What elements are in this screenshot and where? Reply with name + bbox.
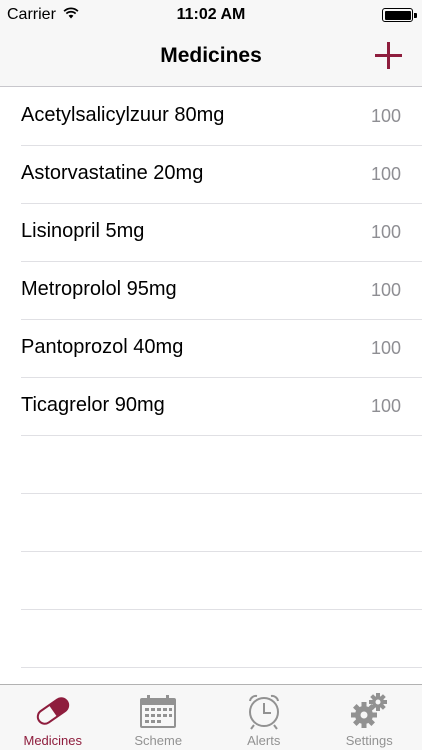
medicine-row[interactable]: Metroprolol 95mg 100: [21, 262, 422, 320]
status-bar: Carrier 11:02 AM: [0, 0, 422, 30]
alarm-clock-icon: [244, 692, 284, 730]
battery-icon: [382, 8, 417, 22]
page-title: Medicines: [160, 44, 262, 67]
medicine-count: 100: [370, 106, 401, 126]
medicine-count: 100: [370, 164, 401, 184]
empty-row: [21, 610, 422, 668]
tab-bar: Medicines Scheme Alerts Settings: [0, 684, 422, 750]
navigation-bar: Medicines: [0, 30, 422, 87]
medicine-count: 100: [370, 280, 401, 300]
medicine-count: 100: [370, 338, 401, 358]
tab-label: Settings: [345, 733, 393, 748]
status-time: 11:02 AM: [176, 6, 246, 23]
medicine-list: Acetylsalicylzuur 80mg 100 Astorvastatin…: [0, 88, 422, 668]
medicine-count: 100: [370, 396, 401, 416]
empty-row: [21, 552, 422, 610]
calendar-icon: [138, 692, 178, 730]
tab-label: Medicines: [23, 733, 83, 748]
medicine-name: Ticagrelor 90mg: [21, 394, 165, 416]
tab-scheme[interactable]: Scheme: [106, 685, 212, 750]
medicine-row[interactable]: Ticagrelor 90mg 100: [21, 378, 422, 436]
medicine-row[interactable]: Astorvastatine 20mg 100: [21, 146, 422, 204]
medicine-name: Lisinopril 5mg: [21, 220, 145, 242]
gear-icon: [349, 692, 389, 730]
pill-icon: [33, 692, 73, 730]
medicine-row[interactable]: Acetylsalicylzuur 80mg 100: [21, 88, 422, 146]
medicine-row[interactable]: Lisinopril 5mg 100: [21, 204, 422, 262]
empty-row: [21, 494, 422, 552]
tab-settings[interactable]: Settings: [317, 685, 422, 750]
medicine-name: Pantoprozol 40mg: [21, 336, 184, 358]
tab-medicines[interactable]: Medicines: [0, 685, 106, 750]
medicine-name: Acetylsalicylzuur 80mg: [21, 104, 225, 126]
medicine-count: 100: [370, 222, 401, 242]
tab-alerts[interactable]: Alerts: [211, 685, 317, 750]
tab-label: Scheme: [134, 733, 183, 748]
tab-label: Alerts: [247, 733, 281, 748]
medicine-name: Metroprolol 95mg: [21, 278, 177, 300]
empty-row: [21, 436, 422, 494]
add-medicine-button[interactable]: [375, 42, 402, 69]
medicine-row[interactable]: Pantoprozol 40mg 100: [21, 320, 422, 378]
medicine-name: Astorvastatine 20mg: [21, 162, 204, 184]
